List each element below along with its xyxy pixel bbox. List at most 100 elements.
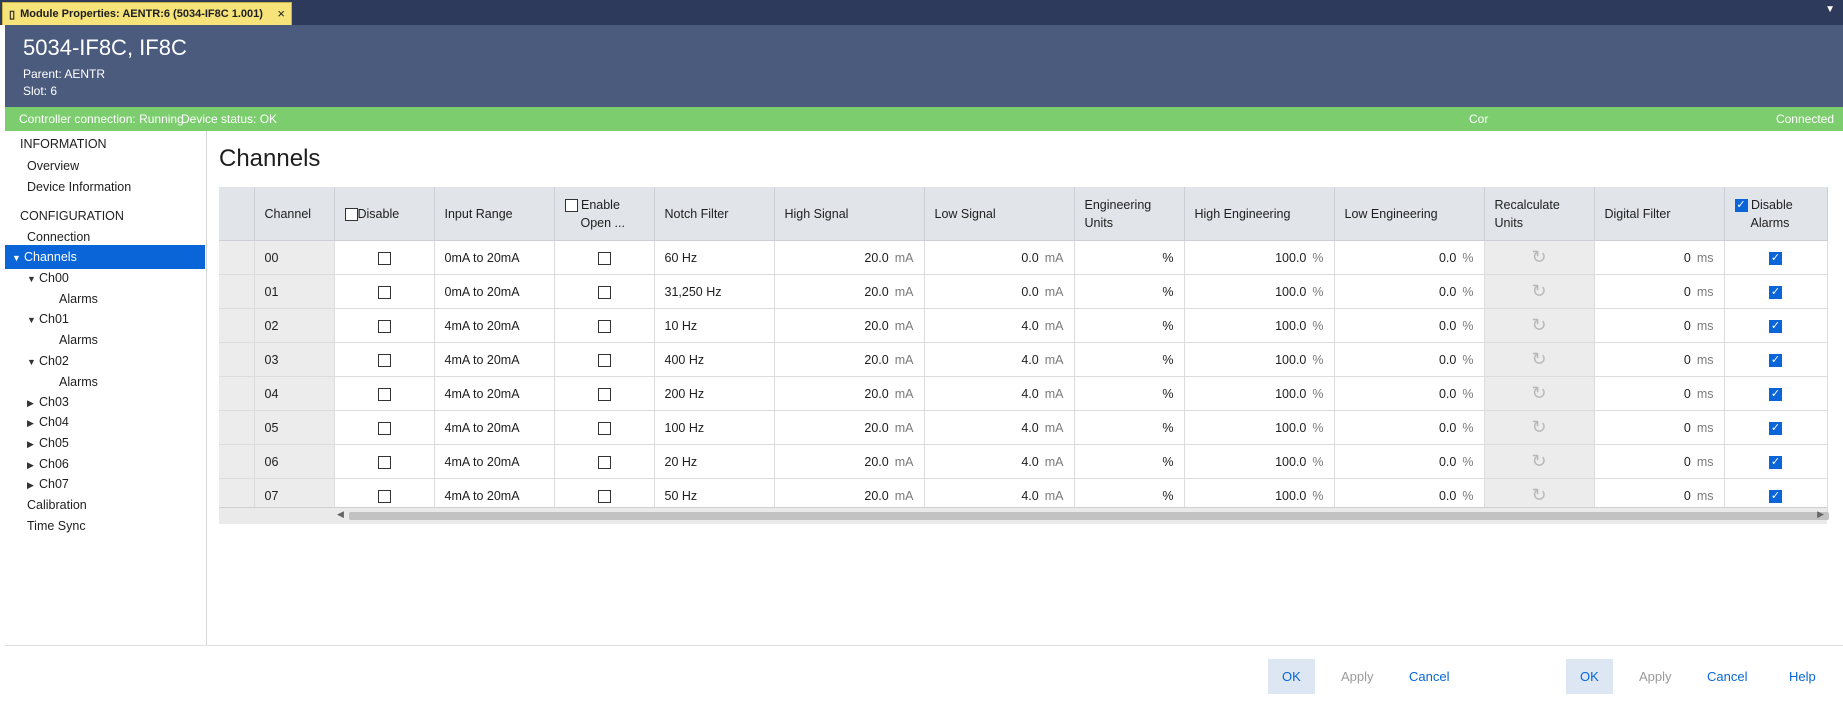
high-signal-cell[interactable]: 20.0 mA (774, 410, 925, 445)
disable-checkbox[interactable] (377, 251, 391, 265)
ok-button-2[interactable]: OK (1566, 659, 1613, 694)
input-range-cell[interactable]: 4mA to 20mA (434, 444, 555, 479)
digital-filter-cell[interactable]: 0 ms (1594, 274, 1725, 309)
scroll-right-icon[interactable]: ▶ (1817, 509, 1824, 520)
low-engineering-cell[interactable]: 0.0% (1334, 308, 1485, 343)
recalculate-cell[interactable]: ↻ (1484, 444, 1595, 479)
high-signal-cell[interactable]: 20.0 mA (774, 376, 925, 411)
disable-checkbox[interactable] (377, 285, 391, 299)
col-channel[interactable]: Channel (254, 187, 335, 241)
notch-filter-cell[interactable]: 10 Hz (654, 308, 775, 343)
digital-filter-cell[interactable]: 0 ms (1594, 376, 1725, 411)
enable-open-checkbox[interactable] (597, 319, 611, 333)
engineering-units-cell[interactable]: % (1074, 308, 1185, 343)
col-disable[interactable]: Disable (334, 187, 435, 241)
high-signal-cell[interactable]: 20.0 mA (774, 308, 925, 343)
high-signal-cell[interactable]: 20.0 mA (774, 274, 925, 309)
enable-open-checkbox[interactable] (597, 251, 611, 265)
nav-device-information[interactable]: Device Information (5, 175, 205, 199)
high-signal-cell[interactable]: 20.0 mA (774, 240, 925, 275)
recalculate-cell[interactable]: ↻ (1484, 410, 1595, 445)
col-digital-filter[interactable]: Digital Filter (1594, 187, 1725, 241)
engineering-units-cell[interactable]: % (1074, 342, 1185, 377)
disable-alarms-checkbox[interactable]: ✓ (1769, 285, 1782, 299)
enable-open-cell[interactable] (554, 274, 655, 309)
table-row[interactable]: 03 4mA to 20mA 400 Hz 20.0 mA 4.0 mA% 100.0% 0.0… (219, 342, 1828, 377)
digital-filter-cell[interactable]: 0 ms (1594, 308, 1725, 343)
disable-checkbox[interactable] (377, 387, 391, 401)
input-range-cell[interactable]: 0mA to 20mA (434, 274, 555, 309)
low-engineering-cell[interactable]: 0.0% (1334, 444, 1485, 479)
col-notch-filter[interactable]: Notch Filter (654, 187, 775, 241)
disable-cell[interactable] (334, 342, 435, 377)
col-high-signal[interactable]: High Signal (774, 187, 925, 241)
engineering-units-cell[interactable]: % (1074, 376, 1185, 411)
engineering-units-cell[interactable]: % (1074, 444, 1185, 479)
high-engineering-cell[interactable]: 100.0% (1184, 342, 1335, 377)
table-row[interactable]: 02 4mA to 20mA 10 Hz 20.0 mA 4.0 mA% 100.0% 0.0%… (219, 308, 1828, 343)
col-low-signal[interactable]: Low Signal (924, 187, 1075, 241)
disable-alarms-checkbox[interactable]: ✓ (1769, 353, 1782, 367)
disable-cell[interactable] (334, 376, 435, 411)
horizontal-scrollbar[interactable]: ◀ ▶ (219, 507, 1829, 524)
apply-button-2[interactable]: Apply (1625, 659, 1686, 694)
scrollbar-thumb[interactable] (349, 512, 1829, 520)
disable-cell[interactable] (334, 444, 435, 479)
high-engineering-cell[interactable]: 100.0% (1184, 444, 1335, 479)
recalculate-cell[interactable]: ↻ (1484, 342, 1595, 377)
recalculate-cell[interactable]: ↻ (1484, 308, 1595, 343)
col-engineering-units[interactable]: Engineering Units (1074, 187, 1185, 241)
input-range-cell[interactable]: 4mA to 20mA (434, 308, 555, 343)
enable-open-cell[interactable] (554, 444, 655, 479)
high-engineering-cell[interactable]: 100.0% (1184, 308, 1335, 343)
disable-checkbox[interactable] (377, 489, 391, 503)
disable-alarms-all-checkbox[interactable]: ✓ (1734, 198, 1748, 212)
enable-open-cell[interactable] (554, 376, 655, 411)
enable-open-checkbox[interactable] (597, 353, 611, 367)
recalculate-icon[interactable]: ↻ (1531, 247, 1546, 267)
disable-alarms-checkbox[interactable]: ✓ (1769, 455, 1782, 469)
recalculate-icon[interactable]: ↻ (1531, 485, 1546, 505)
low-signal-cell[interactable]: 0.0 mA (924, 274, 1075, 309)
disable-alarms-cell[interactable]: ✓ (1724, 308, 1828, 343)
high-engineering-cell[interactable]: 100.0% (1184, 376, 1335, 411)
low-engineering-cell[interactable]: 0.0% (1334, 274, 1485, 309)
disable-checkbox[interactable] (377, 455, 391, 469)
low-engineering-cell[interactable]: 0.0% (1334, 376, 1485, 411)
low-signal-cell[interactable]: 0.0 mA (924, 240, 1075, 275)
input-range-cell[interactable]: 4mA to 20mA (434, 342, 555, 377)
engineering-units-cell[interactable]: % (1074, 410, 1185, 445)
recalculate-cell[interactable]: ↻ (1484, 240, 1595, 275)
nav-time-sync[interactable]: Time Sync (5, 514, 205, 538)
notch-filter-cell[interactable]: 60 Hz (654, 240, 775, 275)
table-row[interactable]: 00 0mA to 20mA 60 Hz 20.0 mA 0.0 mA% 100.0% 0.0%… (219, 240, 1828, 275)
module-properties-tab[interactable]: ▯ Module Properties: AENTR:6 (5034-IF8C … (2, 2, 292, 25)
col-high-engineering[interactable]: High Engineering (1184, 187, 1335, 241)
table-row[interactable]: 06 4mA to 20mA 20 Hz 20.0 mA 4.0 mA% 100.0% 0.0%… (219, 444, 1828, 479)
recalculate-cell[interactable]: ↻ (1484, 274, 1595, 309)
disable-cell[interactable] (334, 240, 435, 275)
digital-filter-cell[interactable]: 0 ms (1594, 444, 1725, 479)
cancel-button-2[interactable]: Cancel (1693, 659, 1761, 694)
recalculate-icon[interactable]: ↻ (1531, 383, 1546, 403)
help-button[interactable]: Help (1775, 659, 1830, 694)
disable-alarms-checkbox[interactable]: ✓ (1769, 421, 1782, 435)
enable-open-checkbox[interactable] (597, 285, 611, 299)
low-signal-cell[interactable]: 4.0 mA (924, 342, 1075, 377)
table-row[interactable]: 05 4mA to 20mA 100 Hz 20.0 mA 4.0 mA% 100.0% 0.0… (219, 410, 1828, 445)
enable-open-cell[interactable] (554, 240, 655, 275)
disable-alarms-cell[interactable]: ✓ (1724, 240, 1828, 275)
notch-filter-cell[interactable]: 100 Hz (654, 410, 775, 445)
engineering-units-cell[interactable]: % (1074, 274, 1185, 309)
recalculate-cell[interactable]: ↻ (1484, 376, 1595, 411)
close-tab-icon[interactable]: × (277, 6, 285, 21)
low-signal-cell[interactable]: 4.0 mA (924, 308, 1075, 343)
high-signal-cell[interactable]: 20.0 mA (774, 444, 925, 479)
row-header-cell[interactable] (219, 308, 255, 343)
recalculate-icon[interactable]: ↻ (1531, 417, 1546, 437)
digital-filter-cell[interactable]: 0 ms (1594, 410, 1725, 445)
table-row[interactable]: 01 0mA to 20mA 31,250 Hz 20.0 mA 0.0 mA% 100.0%… (219, 274, 1828, 309)
low-signal-cell[interactable]: 4.0 mA (924, 444, 1075, 479)
input-range-cell[interactable]: 4mA to 20mA (434, 410, 555, 445)
row-header-cell[interactable] (219, 410, 255, 445)
